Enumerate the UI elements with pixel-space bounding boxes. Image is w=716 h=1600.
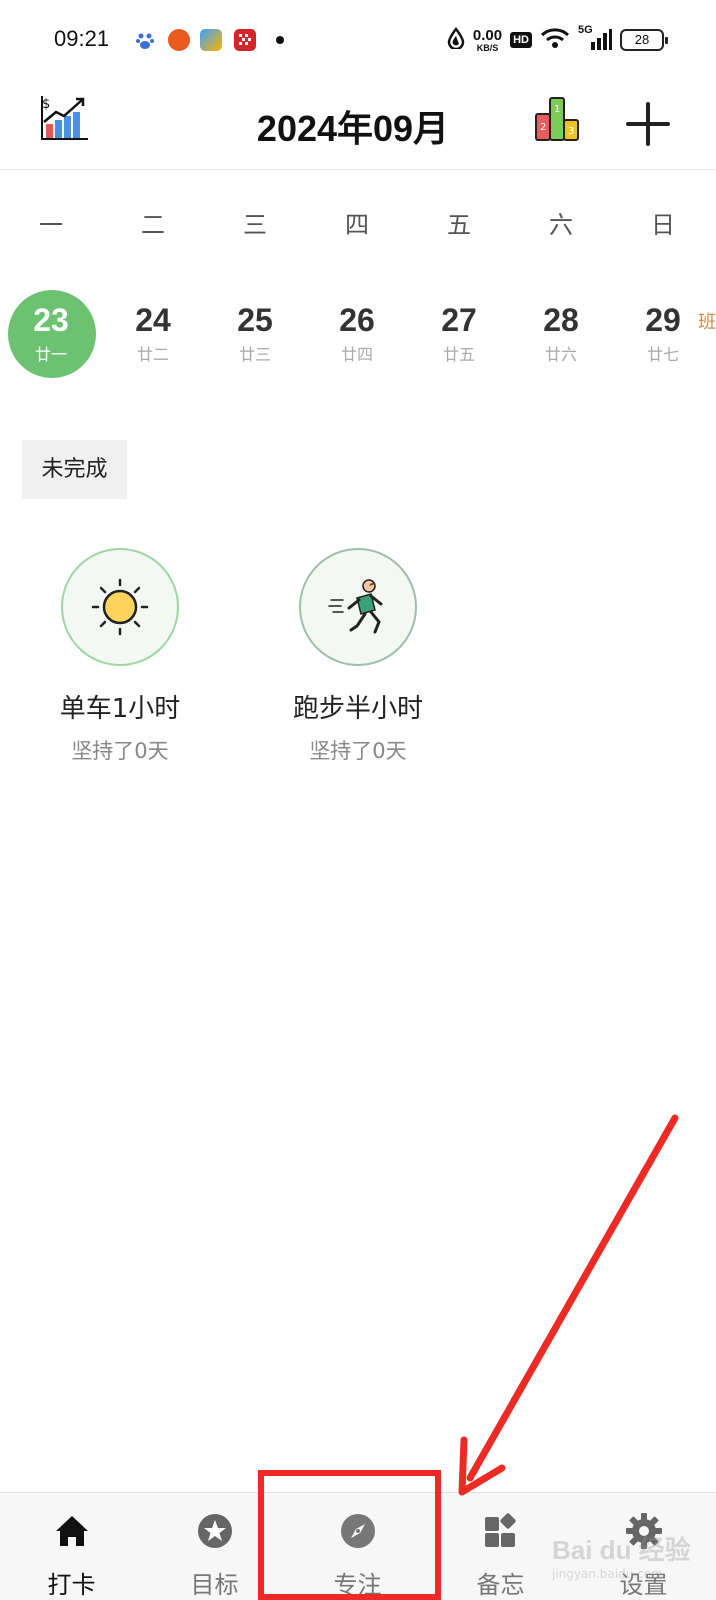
weekday-label: 一	[39, 211, 63, 239]
habit-name: 单车1小时	[59, 694, 181, 724]
date-number: 24	[135, 302, 171, 338]
wifi-icon	[540, 27, 570, 53]
date-number: 26	[339, 302, 375, 338]
month-title[interactable]: 2024年09月	[0, 100, 716, 152]
habit-streak: 坚持了0天	[71, 739, 169, 763]
hd-badge: HD	[510, 32, 532, 48]
nav-label: 打卡	[47, 1571, 96, 1599]
lunar-date: 廿一	[34, 345, 67, 364]
home-icon	[55, 1516, 88, 1546]
cellular-signal-icon: 5G	[578, 24, 612, 52]
sun-icon	[91, 578, 149, 636]
runner-icon	[328, 579, 383, 634]
filter-incomplete-chip[interactable]: 未完成	[22, 440, 127, 499]
network-type: 5G	[578, 24, 593, 36]
lunar-date: 廿五	[442, 345, 475, 364]
workday-badge: 班	[698, 312, 716, 333]
lunar-date: 廿六	[544, 345, 577, 364]
nav-label: 备忘	[476, 1571, 525, 1599]
watermark-url: jingyan.baidu.com	[552, 1567, 663, 1581]
star-icon	[197, 1514, 232, 1548]
status-time: 09:21	[54, 26, 110, 51]
date-number: 28	[543, 302, 579, 338]
date-cell-selected[interactable]: 23 廿一	[0, 288, 102, 378]
data-saver-icon	[447, 26, 465, 53]
date-number: 27	[441, 302, 477, 338]
net-speed-unit: KB/S	[476, 42, 499, 53]
date-cell[interactable]: 27 廿五	[408, 288, 510, 376]
nav-tab-memo[interactable]: 备忘	[429, 1493, 572, 1600]
date-number: 23	[33, 302, 69, 338]
podium-icon: 2 1 3	[535, 97, 579, 141]
lunar-date: 廿七	[646, 345, 679, 364]
weekday-label: 六	[549, 211, 573, 239]
habit-card[interactable]: 跑步半小时 坚持了0天	[258, 548, 458, 765]
weekday-label: 日	[651, 211, 675, 239]
app-header: $ 2024年09月 2 1 3	[0, 80, 716, 170]
status-indicators: 0.00 KB/S HD 5G 28	[447, 24, 668, 56]
shopping-app-icon	[200, 29, 222, 51]
weekday-label: 二	[141, 211, 165, 239]
svg-text:2: 2	[540, 122, 546, 133]
weekday-label: 五	[447, 211, 471, 239]
habit-checkin-button[interactable]	[299, 548, 417, 666]
baidu-watermark: Bai du 经验 jingyan.baidu.com	[552, 1530, 702, 1590]
svg-text:3: 3	[568, 126, 574, 137]
status-bar: 09:21 0.00 KB/S HD 5G 28	[0, 0, 716, 80]
annotation-highlight-box	[258, 1470, 441, 1600]
nav-tab-checkin[interactable]: 打卡	[0, 1493, 143, 1600]
svg-text:1: 1	[554, 104, 560, 115]
habit-card[interactable]: 单车1小时 坚持了0天	[20, 548, 220, 765]
date-cell[interactable]: 29 廿七 班	[612, 288, 716, 376]
add-habit-button[interactable]	[624, 100, 672, 148]
habit-checkin-button[interactable]	[61, 548, 179, 666]
lunar-date: 廿二	[136, 345, 169, 364]
date-number: 25	[237, 302, 273, 338]
lunar-date: 廿三	[238, 345, 271, 364]
network-speed: 0.00 KB/S	[473, 28, 502, 53]
date-cell[interactable]: 28 廿六	[510, 288, 612, 376]
weekday-label: 三	[243, 211, 267, 239]
game-app-icon	[234, 29, 256, 51]
net-speed-value: 0.00	[472, 26, 503, 44]
weekday-label: 四	[345, 211, 369, 239]
date-cell[interactable]: 24 廿二	[102, 288, 204, 376]
annotation-arrow	[458, 1114, 679, 1496]
watermark-brand: Bai du 经验	[552, 1535, 691, 1565]
baidu-app-icon	[134, 29, 156, 51]
coupon-app-icon	[168, 29, 190, 51]
date-cell[interactable]: 25 廿三	[204, 288, 306, 376]
habit-streak: 坚持了0天	[309, 739, 407, 763]
habit-name: 跑步半小时	[292, 694, 423, 724]
notification-dot	[276, 36, 284, 44]
weekday-row: 一 二 三 四 五 六 日	[0, 205, 716, 240]
lunar-date: 廿四	[340, 345, 373, 364]
battery-indicator: 28	[620, 29, 668, 51]
ranking-button[interactable]: 2 1 3	[534, 94, 584, 144]
date-row: 23 廿一 24 廿二 25 廿三 26 廿四 27 廿五 28 廿六 29 廿…	[0, 288, 716, 378]
widgets-icon	[484, 1513, 516, 1547]
date-cell[interactable]: 26 廿四	[306, 288, 408, 376]
